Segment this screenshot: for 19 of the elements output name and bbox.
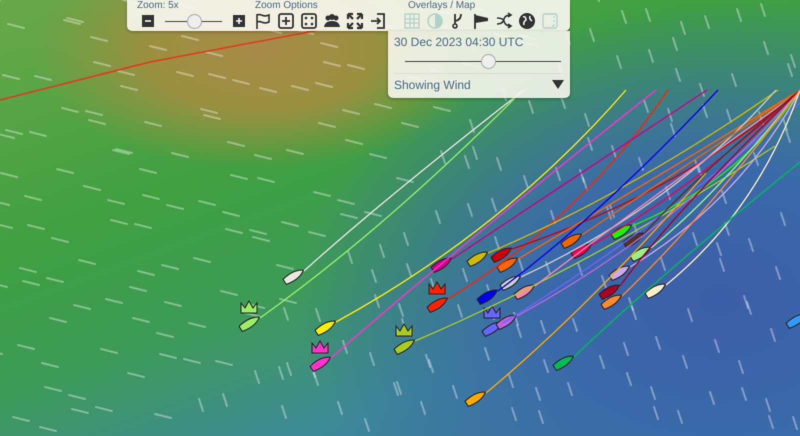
slider-thumb[interactable] <box>480 54 496 69</box>
zoom-out-button[interactable] <box>139 12 157 30</box>
slider-thumb[interactable] <box>186 14 202 28</box>
add-icon[interactable] <box>277 12 295 30</box>
layer-label: Showing Wind <box>394 77 471 94</box>
section-label: Zoom Options <box>255 0 318 11</box>
timestamp-label: 30 Dec 2023 04:30 UTC <box>394 34 524 51</box>
windsock-icon[interactable] <box>472 12 490 30</box>
people-icon[interactable] <box>323 12 341 30</box>
globe-icon[interactable] <box>518 12 536 30</box>
route-icon[interactable] <box>495 12 513 30</box>
section-label: Overlays / Map <box>408 0 476 11</box>
section-label: Zoom: 5x <box>137 0 179 11</box>
dropdown-caret-icon[interactable] <box>552 80 564 90</box>
expand-icon[interactable] <box>346 12 364 30</box>
sign-in-icon[interactable] <box>369 12 387 30</box>
dice-icon[interactable] <box>300 12 318 30</box>
flag-icon[interactable] <box>254 12 272 30</box>
zoom-in-button[interactable] <box>230 12 248 30</box>
